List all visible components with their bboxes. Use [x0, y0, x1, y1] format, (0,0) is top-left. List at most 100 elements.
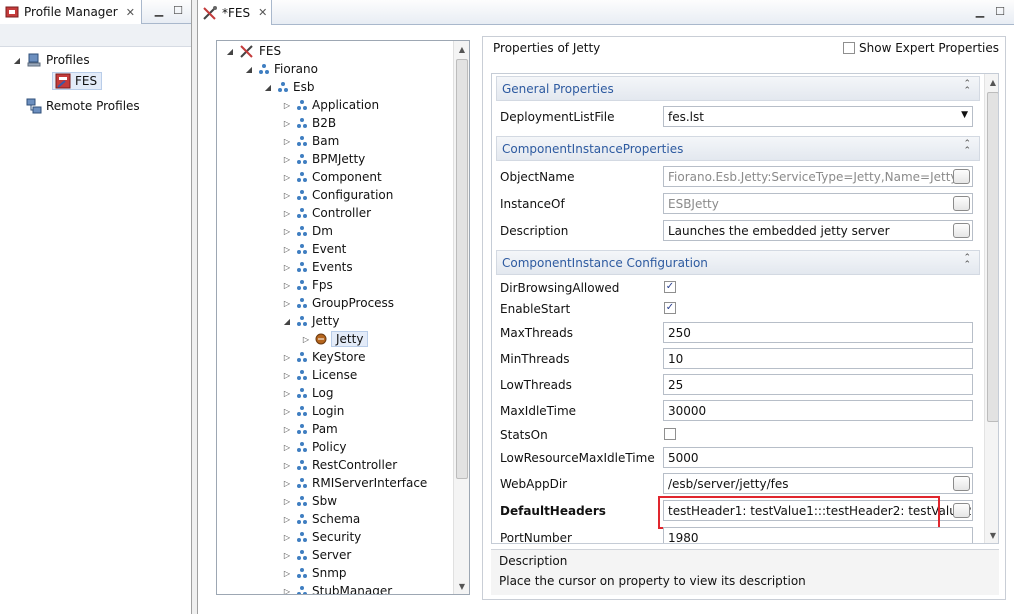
show-expert-checkbox[interactable] — [843, 42, 856, 54]
max-idle-time-input[interactable]: 30000 — [663, 400, 973, 421]
collapsed-arrow-icon[interactable]: ▷ — [282, 101, 292, 110]
collapsed-arrow-icon[interactable]: ▷ — [282, 479, 292, 488]
collapsed-arrow-icon[interactable]: ▷ — [282, 443, 292, 452]
collapsed-arrow-icon[interactable]: ▷ — [282, 245, 292, 254]
tree-item[interactable]: ▷ BPMJetty — [282, 150, 365, 168]
collapsed-arrow-icon[interactable]: ▷ — [282, 425, 292, 434]
collapsed-arrow-icon[interactable]: ▷ — [282, 281, 292, 290]
tree-item[interactable]: ▷ Bam — [282, 132, 339, 150]
close-icon[interactable]: ✕ — [126, 6, 135, 19]
collapsed-arrow-icon[interactable]: ▷ — [282, 515, 292, 524]
tree-item[interactable]: ▷ Controller — [282, 204, 371, 222]
minimize-icon[interactable]: ▁ — [973, 4, 987, 18]
tree-item[interactable]: ▷ RMIServerInterface — [282, 474, 427, 492]
expanded-arrow-icon[interactable]: ◢ — [282, 317, 292, 326]
tree-scrollbar[interactable]: ▲ ▼ — [453, 41, 469, 594]
section-component-instance-configuration[interactable]: ComponentInstance Configuration ⌃ ⌃ — [496, 250, 980, 275]
collapsed-arrow-icon[interactable]: ▷ — [282, 173, 292, 182]
tree-item[interactable]: ▷ Server — [282, 546, 351, 564]
enable-start-checkbox[interactable]: ✓ — [664, 302, 676, 314]
tree-item[interactable]: ▷ Event — [282, 240, 346, 258]
show-expert-toggle[interactable]: Show Expert Properties — [843, 41, 999, 55]
tree-item[interactable]: ▷ Events — [282, 258, 353, 276]
close-icon[interactable]: ✕ — [258, 6, 267, 19]
collapse-icon[interactable]: ⌃ ⌃ — [963, 254, 971, 270]
expanded-arrow-icon[interactable]: ◢ — [263, 83, 273, 92]
collapsed-arrow-icon[interactable]: ▷ — [282, 155, 292, 164]
tree-item[interactable]: ▷ StubManager — [282, 582, 392, 595]
collapsed-arrow-icon[interactable]: ▷ — [282, 191, 292, 200]
expanded-arrow-icon[interactable]: ◢ — [12, 56, 22, 65]
scroll-down-icon[interactable]: ▼ — [454, 578, 469, 594]
tree-item-remote-profiles[interactable]: Remote Profiles — [26, 97, 140, 115]
tree-item[interactable]: ▷ Sbw — [282, 492, 337, 510]
collapsed-arrow-icon[interactable]: ▷ — [282, 569, 292, 578]
collapsed-arrow-icon[interactable]: ▷ — [282, 119, 292, 128]
description-field[interactable]: Launches the embedded jetty server — [663, 220, 973, 241]
collapsed-arrow-icon[interactable]: ▷ — [301, 335, 311, 344]
collapsed-arrow-icon[interactable]: ▷ — [282, 407, 292, 416]
low-threads-input[interactable]: 25 — [663, 374, 973, 395]
tree-item[interactable]: ▷ Configuration — [282, 186, 393, 204]
tree-item[interactable]: ▷ Security — [282, 528, 361, 546]
tree-item-fes[interactable]: FES — [52, 72, 103, 90]
tree-item[interactable]: ▷ Fps — [282, 276, 333, 294]
scroll-thumb[interactable] — [456, 59, 468, 479]
collapsed-arrow-icon[interactable]: ▷ — [282, 137, 292, 146]
maximize-icon[interactable]: ☐ — [171, 3, 185, 17]
collapsed-arrow-icon[interactable]: ▷ — [282, 389, 292, 398]
expanded-arrow-icon[interactable]: ◢ — [244, 65, 254, 74]
tree-item[interactable]: ▷ License — [282, 366, 357, 384]
section-general-properties[interactable]: General Properties ⌃ ⌃ — [496, 76, 980, 101]
tree-item[interactable]: ▷ Component — [282, 168, 382, 186]
object-name-field[interactable]: Fiorano.Esb.Jetty:ServiceType=Jetty,Name… — [663, 166, 973, 187]
tree-item[interactable]: ▷ Application — [282, 96, 379, 114]
dropdown-arrow-icon[interactable]: ▼ — [961, 110, 968, 120]
collapsed-arrow-icon[interactable]: ▷ — [282, 371, 292, 380]
tree-item-esb[interactable]: ◢ Esb — [263, 78, 315, 96]
web-app-dir-field[interactable]: /esb/server/jetty/fes — [663, 473, 973, 494]
collapsed-arrow-icon[interactable]: ▷ — [282, 587, 292, 595]
tree-item[interactable]: ▷ Policy — [282, 438, 347, 456]
tree-item[interactable]: ▷ Login — [282, 402, 344, 420]
collapsed-arrow-icon[interactable]: ▷ — [282, 497, 292, 506]
expanded-arrow-icon[interactable]: ◢ — [225, 47, 235, 56]
min-threads-input[interactable]: 10 — [663, 348, 973, 369]
tree-item-jetty-group[interactable]: ◢ Jetty — [282, 312, 340, 330]
ellipsis-button[interactable] — [953, 223, 970, 238]
ellipsis-button[interactable] — [953, 169, 970, 184]
collapsed-arrow-icon[interactable]: ▷ — [282, 533, 292, 542]
properties-scrollbar[interactable]: ▲ ▼ — [984, 74, 998, 543]
tree-item-profiles[interactable]: ◢ Profiles — [12, 51, 90, 69]
tree-item-jetty-selected[interactable]: ▷ Jetty — [301, 330, 369, 348]
deployment-list-file-select[interactable]: fes.lst ▼ — [663, 106, 973, 127]
low-resource-max-idle-time-input[interactable]: 5000 — [663, 447, 973, 468]
ellipsis-button[interactable] — [953, 476, 970, 491]
collapsed-arrow-icon[interactable]: ▷ — [282, 353, 292, 362]
collapsed-arrow-icon[interactable]: ▷ — [282, 209, 292, 218]
collapsed-arrow-icon[interactable]: ▷ — [282, 263, 292, 272]
tree-item[interactable]: ▷ Pam — [282, 420, 338, 438]
collapsed-arrow-icon[interactable]: ▷ — [282, 461, 292, 470]
collapse-icon[interactable]: ⌃ ⌃ — [963, 80, 971, 96]
tree-item[interactable]: ▷ Snmp — [282, 564, 347, 582]
port-number-input[interactable]: 1980 — [663, 527, 973, 543]
collapsed-arrow-icon[interactable]: ▷ — [282, 551, 292, 560]
tab-fes[interactable]: *FES ✕ — [198, 0, 272, 25]
scroll-up-icon[interactable]: ▲ — [985, 74, 998, 90]
maximize-icon[interactable]: ☐ — [993, 4, 1007, 18]
tree-item[interactable]: ▷ Dm — [282, 222, 333, 240]
stats-on-checkbox[interactable] — [664, 428, 676, 440]
ellipsis-button[interactable] — [953, 196, 970, 211]
dir-browsing-checkbox[interactable]: ✓ — [664, 281, 676, 293]
tree-item-fes-root[interactable]: ◢ FES — [225, 42, 281, 60]
ellipsis-button[interactable] — [953, 503, 970, 518]
tree-item-fiorano[interactable]: ◢ Fiorano — [244, 60, 318, 78]
scroll-thumb[interactable] — [987, 92, 998, 422]
tree-item[interactable]: ▷ B2B — [282, 114, 336, 132]
scroll-down-icon[interactable]: ▼ — [985, 527, 998, 543]
tree-item[interactable]: ▷ Log — [282, 384, 334, 402]
tree-item[interactable]: ▷ RestController — [282, 456, 397, 474]
tree-item[interactable]: ▷ Schema — [282, 510, 360, 528]
minimize-icon[interactable]: ▁ — [152, 3, 166, 17]
